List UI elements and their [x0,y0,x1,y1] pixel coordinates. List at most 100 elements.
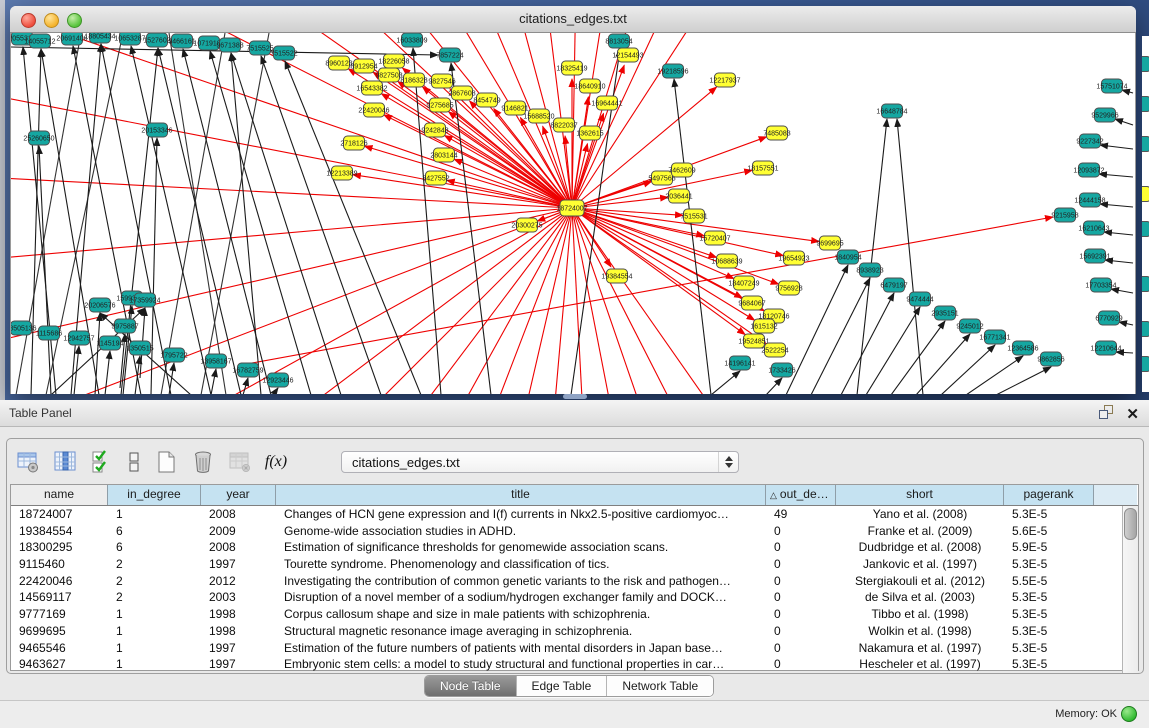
graph-node[interactable] [663,64,684,78]
graph-node[interactable] [100,336,121,350]
graph-node[interactable] [609,34,630,48]
graph-node[interactable] [39,326,60,340]
graph-node[interactable] [744,334,765,348]
graph-node[interactable] [652,171,673,185]
graph-node[interactable] [580,126,601,140]
graph-node[interactable] [90,298,111,312]
graph-node[interactable] [1079,163,1100,177]
graph-node[interactable] [1080,134,1101,148]
graph-node[interactable] [838,250,859,264]
graph-node[interactable] [426,171,447,185]
graph-node[interactable] [607,269,628,283]
graph-node[interactable] [554,118,575,132]
graph-node[interactable] [434,148,455,162]
graph-node[interactable] [432,74,453,88]
graph-node[interactable] [882,104,903,118]
graph-node[interactable] [505,101,526,115]
column-header-year[interactable]: year [201,485,276,505]
graph-node[interactable] [580,79,601,93]
graph-node[interactable] [1091,278,1112,292]
graph-node[interactable] [1102,79,1123,93]
graph-node[interactable] [1084,221,1105,235]
graph-node[interactable] [772,363,793,377]
graph-node[interactable] [1142,96,1149,112]
network-graph-canvas[interactable]: 2055312140557122069140618805434106532871… [10,33,1136,394]
graph-node[interactable] [560,200,584,216]
graph-node[interactable] [1142,136,1149,152]
graph-node[interactable] [597,96,618,110]
graph-node[interactable] [1142,276,1149,292]
graph-node[interactable] [425,123,446,137]
graph-node[interactable] [344,136,365,150]
graph-node[interactable] [430,98,451,112]
graph-node[interactable] [1142,221,1149,237]
select-column-icon[interactable] [52,449,78,475]
graph-node[interactable] [960,319,981,333]
graph-node[interactable] [717,254,738,268]
tab-edge-table[interactable]: Edge Table [517,676,608,696]
graph-node[interactable] [1085,249,1106,263]
graph-node[interactable] [734,276,755,290]
column-header-in_degree[interactable]: in_degree [108,485,201,505]
table-row[interactable]: 1830029562008Estimation of significance … [11,539,1138,556]
minimize-window-button[interactable] [44,13,59,28]
graph-node[interactable] [730,356,751,370]
graph-node[interactable] [1095,108,1116,122]
close-panel-icon[interactable]: ✕ [1126,406,1139,424]
graph-node[interactable] [206,354,227,368]
tab-node-table[interactable]: Node Table [425,676,517,696]
graph-node[interactable] [1041,352,1062,366]
table-row[interactable]: 1456911722003Disruption of a novel membe… [11,589,1138,606]
graph-node[interactable] [440,48,461,62]
graph-node[interactable] [172,34,193,48]
graph-node[interactable] [1099,311,1120,325]
graph-node[interactable] [860,263,881,277]
graph-node[interactable] [354,59,375,73]
column-header-short[interactable]: short [836,485,1004,505]
graph-node[interactable] [1142,186,1149,202]
table-row[interactable]: 969969511998Structural magnetic resonanc… [11,623,1138,640]
graph-node[interactable] [767,126,788,140]
graph-node[interactable] [618,48,639,62]
graph-node[interactable] [753,161,774,175]
graph-node[interactable] [985,330,1006,344]
table-row[interactable]: 977716911998Corpus callosum shape and si… [11,606,1138,623]
zoom-window-button[interactable] [67,13,82,28]
table-row[interactable]: 946554611997Estimation of the future num… [11,640,1138,657]
column-header-name[interactable]: name [11,485,108,505]
graph-node[interactable] [1096,341,1117,355]
close-window-button[interactable] [21,13,36,28]
graph-node[interactable] [672,163,693,177]
graph-node[interactable] [715,73,736,87]
delete-table-icon[interactable] [190,449,216,475]
memory-status-indicator[interactable] [1121,706,1137,722]
graph-node[interactable] [779,281,800,295]
select-rows-icon[interactable] [89,449,115,475]
table-scrollbar[interactable] [1122,506,1138,673]
panel-splitter[interactable] [563,394,587,399]
graph-node[interactable] [379,68,400,82]
graph-node[interactable] [135,293,156,307]
graph-node[interactable] [164,348,185,362]
graph-node[interactable] [402,33,423,47]
graph-node[interactable] [1080,193,1101,207]
table-row[interactable]: 946362711997Embryonic stem cells: a mode… [11,656,1138,673]
graph-node[interactable] [404,73,425,87]
column-header-pagerank[interactable]: pagerank [1004,485,1094,505]
graph-node[interactable] [684,209,705,223]
table-row[interactable]: 1872400712008Changes of HCN gene express… [11,506,1138,523]
graph-node[interactable] [238,363,259,377]
graph-node[interactable] [765,343,786,357]
graph-node[interactable] [329,56,350,70]
graph-node[interactable] [384,54,405,68]
graph-node[interactable] [268,373,289,387]
graph-node[interactable] [910,292,931,306]
graph-node[interactable] [452,86,473,100]
graph-node[interactable] [742,296,763,310]
graph-node[interactable] [754,319,775,333]
table-selector-dropdown[interactable]: citations_edges.txt [341,451,739,473]
graph-node[interactable] [147,123,168,137]
scrollbar-thumb[interactable] [1124,508,1137,540]
graph-node[interactable] [130,341,151,355]
column-header-title[interactable]: title [276,485,766,505]
